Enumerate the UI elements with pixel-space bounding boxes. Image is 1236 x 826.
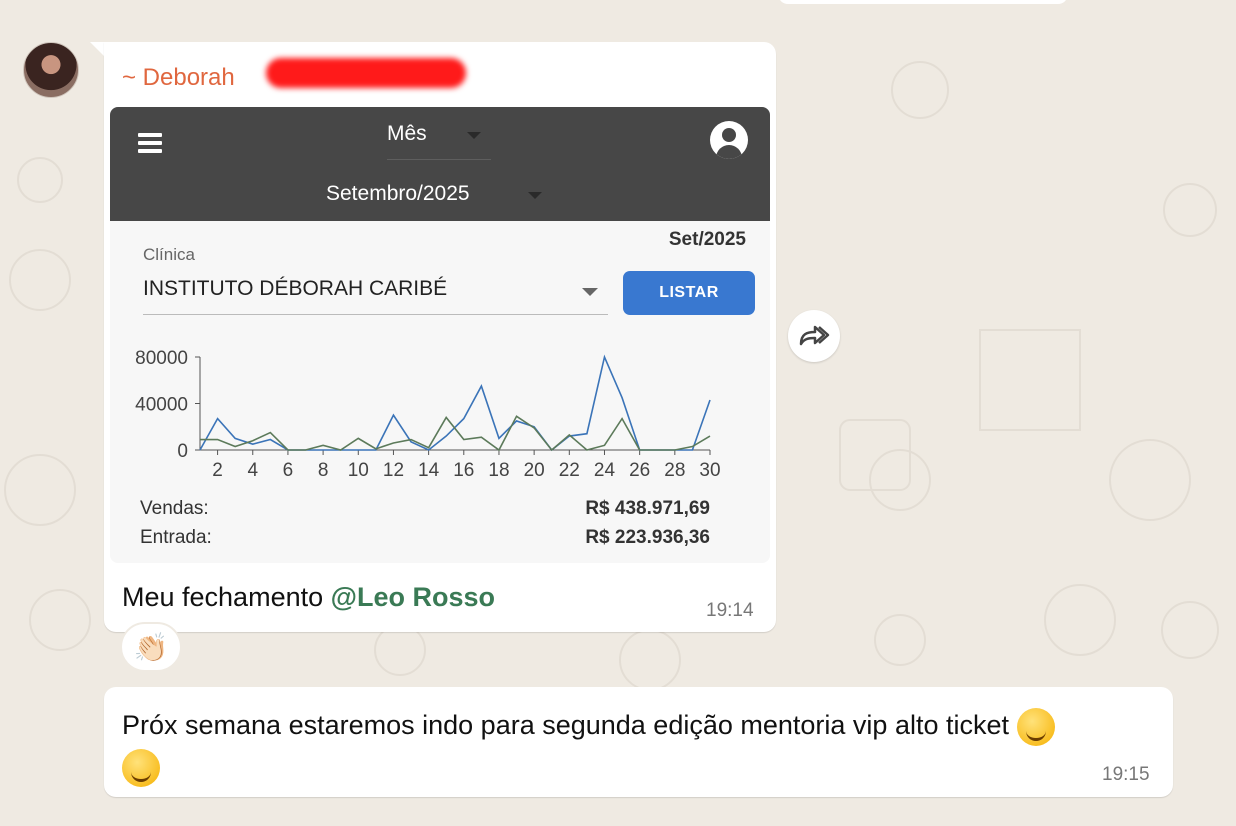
series-line-1 <box>199 354 711 452</box>
dropdown-underline <box>387 159 491 160</box>
sender-name[interactable]: ~ Deborah <box>122 64 235 92</box>
clinic-label: Clínica <box>143 245 195 264</box>
period-dropdown: Mês <box>387 122 491 160</box>
x-tick-label: 26 <box>629 460 650 481</box>
y-tick-label: 80000 <box>135 348 188 369</box>
x-tick-label: 10 <box>348 460 369 481</box>
x-tick-label: 18 <box>488 460 509 481</box>
bubble-tail <box>90 42 104 56</box>
mention-link[interactable]: @Leo Rosso <box>331 582 495 612</box>
period-tag: Set/2025 <box>668 229 746 250</box>
clinic-select-value: INSTITUTO DÉBORAH CARIBÉ <box>143 277 448 300</box>
sales-line-chart: 800004000002 4 6 8 10 12 14 16 18 20 22 24 26 28 30 <box>135 348 720 481</box>
x-tick-label: 4 <box>247 460 258 481</box>
x-tick-label: 30 <box>699 460 720 481</box>
forward-button[interactable] <box>788 310 840 362</box>
x-tick-label: 14 <box>418 460 440 481</box>
x-tick-label: 16 <box>453 460 474 481</box>
period-dropdown-value: Mês <box>387 122 427 145</box>
x-tick-label: 12 <box>383 460 404 481</box>
x-tick-label: 24 <box>594 460 616 481</box>
sales-label: Vendas: <box>140 498 209 519</box>
month-dropdown: Setembro/2025 <box>326 182 550 220</box>
clapping-hands-icon: 👏🏻 <box>133 631 169 663</box>
message-body: Próx semana estaremos indo para segunda … <box>122 710 1009 740</box>
x-tick-label: 22 <box>559 460 580 481</box>
y-tick-label: 0 <box>177 441 188 462</box>
chevron-down-icon <box>582 288 598 296</box>
hamburger-menu-icon <box>138 133 162 153</box>
entry-label: Entrada: <box>140 527 212 548</box>
list-button: LISTAR <box>623 271 755 315</box>
image-message-bubble[interactable]: ~ Deborah Mês Setembro/2025 Set/2025 Clí… <box>104 42 776 632</box>
redacted-phone-scribble <box>266 58 466 88</box>
message-time: 19:14 <box>706 600 754 621</box>
forward-icon <box>799 325 830 346</box>
sales-value: R$ 438.971,69 <box>585 498 710 519</box>
x-tick-label: 8 <box>318 460 329 481</box>
entry-value: R$ 223.936,36 <box>585 527 710 548</box>
chevron-down-icon <box>467 132 481 139</box>
caption-text: Meu fechamento <box>122 582 331 612</box>
y-tick-label: 40000 <box>135 395 188 416</box>
sender-avatar[interactable] <box>23 42 79 98</box>
x-tick-label: 20 <box>524 460 545 481</box>
x-tick-label: 6 <box>283 460 294 481</box>
account-icon <box>710 121 748 159</box>
message-text: Próx semana estaremos indo para segunda … <box>122 705 1152 787</box>
message-time: 19:15 <box>1102 764 1150 785</box>
month-dropdown-value: Setembro/2025 <box>326 182 470 205</box>
attached-screenshot[interactable]: Mês Setembro/2025 Set/2025 Clínica INSTI… <box>110 107 770 563</box>
winking-face-icon <box>122 748 160 787</box>
text-message-bubble[interactable]: Próx semana estaremos indo para segunda … <box>104 687 1173 797</box>
message-caption: Meu fechamento @Leo Rosso <box>122 582 495 613</box>
x-tick-label: 28 <box>664 460 685 481</box>
clinic-underline <box>143 314 608 315</box>
previous-message-bubble <box>778 0 1068 4</box>
reaction-badge[interactable]: 👏🏻 <box>120 622 182 672</box>
chevron-down-icon <box>528 192 542 199</box>
x-tick-label: 2 <box>212 460 223 481</box>
app-header: Mês Setembro/2025 <box>110 107 770 221</box>
winking-face-icon <box>1016 707 1055 746</box>
